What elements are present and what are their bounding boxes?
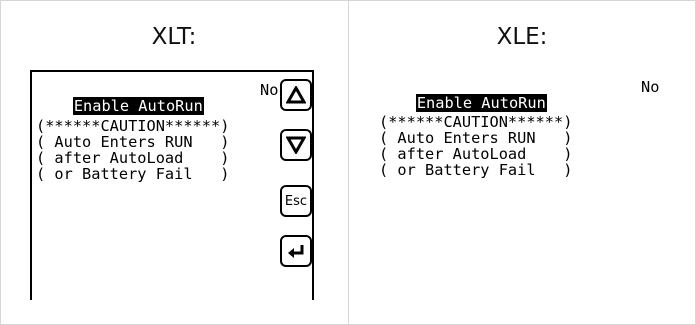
xlt-caution-line: ( after AutoLoad ) (36, 149, 230, 167)
down-arrow-icon (286, 136, 306, 154)
xlt-caution-line: (******CAUTION******) (36, 117, 230, 135)
down-button[interactable] (280, 129, 312, 161)
xle-setting-value[interactable]: No (641, 79, 659, 95)
xlt-caution-line: ( Auto Enters RUN ) (36, 133, 230, 151)
xle-caution-line: ( or Battery Fail ) (379, 161, 573, 179)
xle-caution-line: ( Auto Enters RUN ) (379, 129, 573, 147)
xlt-column-title: XLT: (151, 24, 197, 50)
xlt-setting-label: Enable AutoRun (72, 97, 204, 115)
esc-button[interactable]: Esc (280, 185, 312, 217)
xlt-setting-value[interactable]: No (260, 82, 278, 98)
enter-arrow-icon (286, 242, 306, 260)
esc-button-label: Esc (284, 193, 308, 209)
xle-column-title: XLE: (496, 24, 548, 50)
xlt-caution-line: ( or Battery Fail ) (36, 165, 230, 183)
xlt-device-panel: Enable AutoRun No (******CAUTION******) … (30, 70, 314, 300)
xle-caution-line: (******CAUTION******) (379, 113, 573, 131)
xle-caution-line: ( after AutoLoad ) (379, 145, 573, 163)
xle-setting-label: Enable AutoRun (415, 94, 547, 112)
up-arrow-icon (286, 86, 306, 104)
up-button[interactable] (280, 79, 312, 111)
enter-button[interactable] (280, 235, 312, 267)
